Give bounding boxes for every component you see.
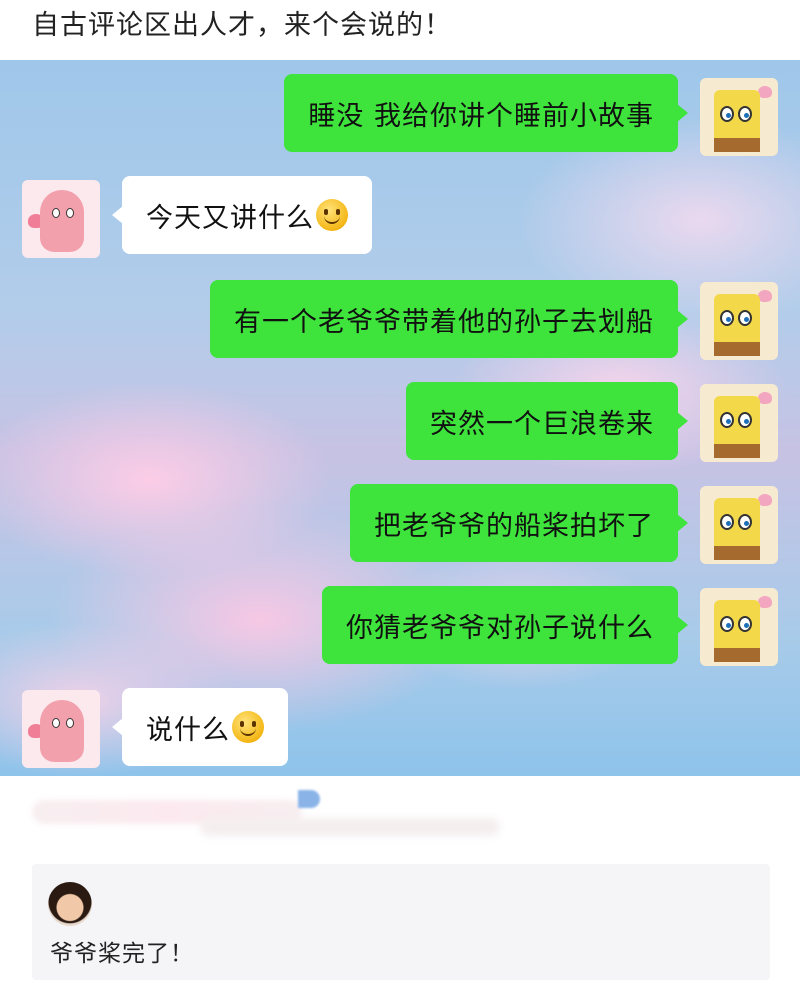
message-bubble: 你猜老爷爷对孙子说什么	[322, 586, 688, 664]
spongebob-avatar-icon	[700, 282, 778, 360]
smile-emoji-icon	[316, 199, 348, 231]
message-bubble: 睡没 我给你讲个睡前小故事	[284, 74, 688, 152]
commenter-avatar[interactable]	[48, 882, 92, 926]
smile-emoji-icon	[232, 711, 264, 743]
patrick-avatar-icon	[22, 690, 100, 768]
comment-text: 爷爷桨完了！	[50, 941, 194, 967]
message-text: 有一个老爷爷带着他的孙子去划船	[234, 306, 654, 338]
message-text: 突然一个巨浪卷来	[430, 408, 654, 440]
chat-message-outgoing: 把老爷爷的船桨拍坏了	[350, 484, 688, 562]
blurred-mark	[298, 790, 320, 808]
message-text: 你猜老爷爷对孙子说什么	[346, 612, 654, 644]
chat-message-outgoing: 突然一个巨浪卷来	[406, 382, 688, 460]
chat-message-incoming: 今天又讲什么	[112, 176, 372, 254]
spongebob-avatar-icon	[700, 486, 778, 564]
patrick-avatar-icon	[22, 180, 100, 258]
comment-card[interactable]: 爷爷桨完了！	[32, 864, 770, 980]
message-bubble: 今天又讲什么	[112, 176, 372, 254]
spongebob-avatar-icon	[700, 384, 778, 462]
chat-message-outgoing: 你猜老爷爷对孙子说什么	[322, 586, 688, 664]
message-text: 睡没 我给你讲个睡前小故事	[308, 100, 654, 132]
spongebob-avatar-icon	[700, 588, 778, 666]
chat-screenshot: 睡没 我给你讲个睡前小故事 今天又讲什么 有一个老爷爷带着他的孙子去划船 突然一…	[0, 60, 800, 776]
chat-message-incoming: 说什么	[112, 688, 288, 766]
spongebob-avatar-icon	[700, 78, 778, 156]
message-bubble: 突然一个巨浪卷来	[406, 382, 688, 460]
message-bubble: 把老爷爷的船桨拍坏了	[350, 484, 688, 562]
message-bubble: 有一个老爷爷带着他的孙子去划船	[210, 280, 688, 358]
blurred-region	[0, 776, 800, 864]
message-text: 今天又讲什么	[146, 202, 314, 234]
blurred-text	[200, 818, 500, 836]
message-bubble: 说什么	[112, 688, 288, 766]
message-text: 说什么	[146, 714, 230, 746]
chat-message-outgoing: 有一个老爷爷带着他的孙子去划船	[210, 280, 688, 358]
chat-message-outgoing: 睡没 我给你讲个睡前小故事	[284, 74, 688, 152]
message-text: 把老爷爷的船桨拍坏了	[374, 510, 654, 542]
post-title: 自古评论区出人才，来个会说的！	[32, 10, 452, 41]
